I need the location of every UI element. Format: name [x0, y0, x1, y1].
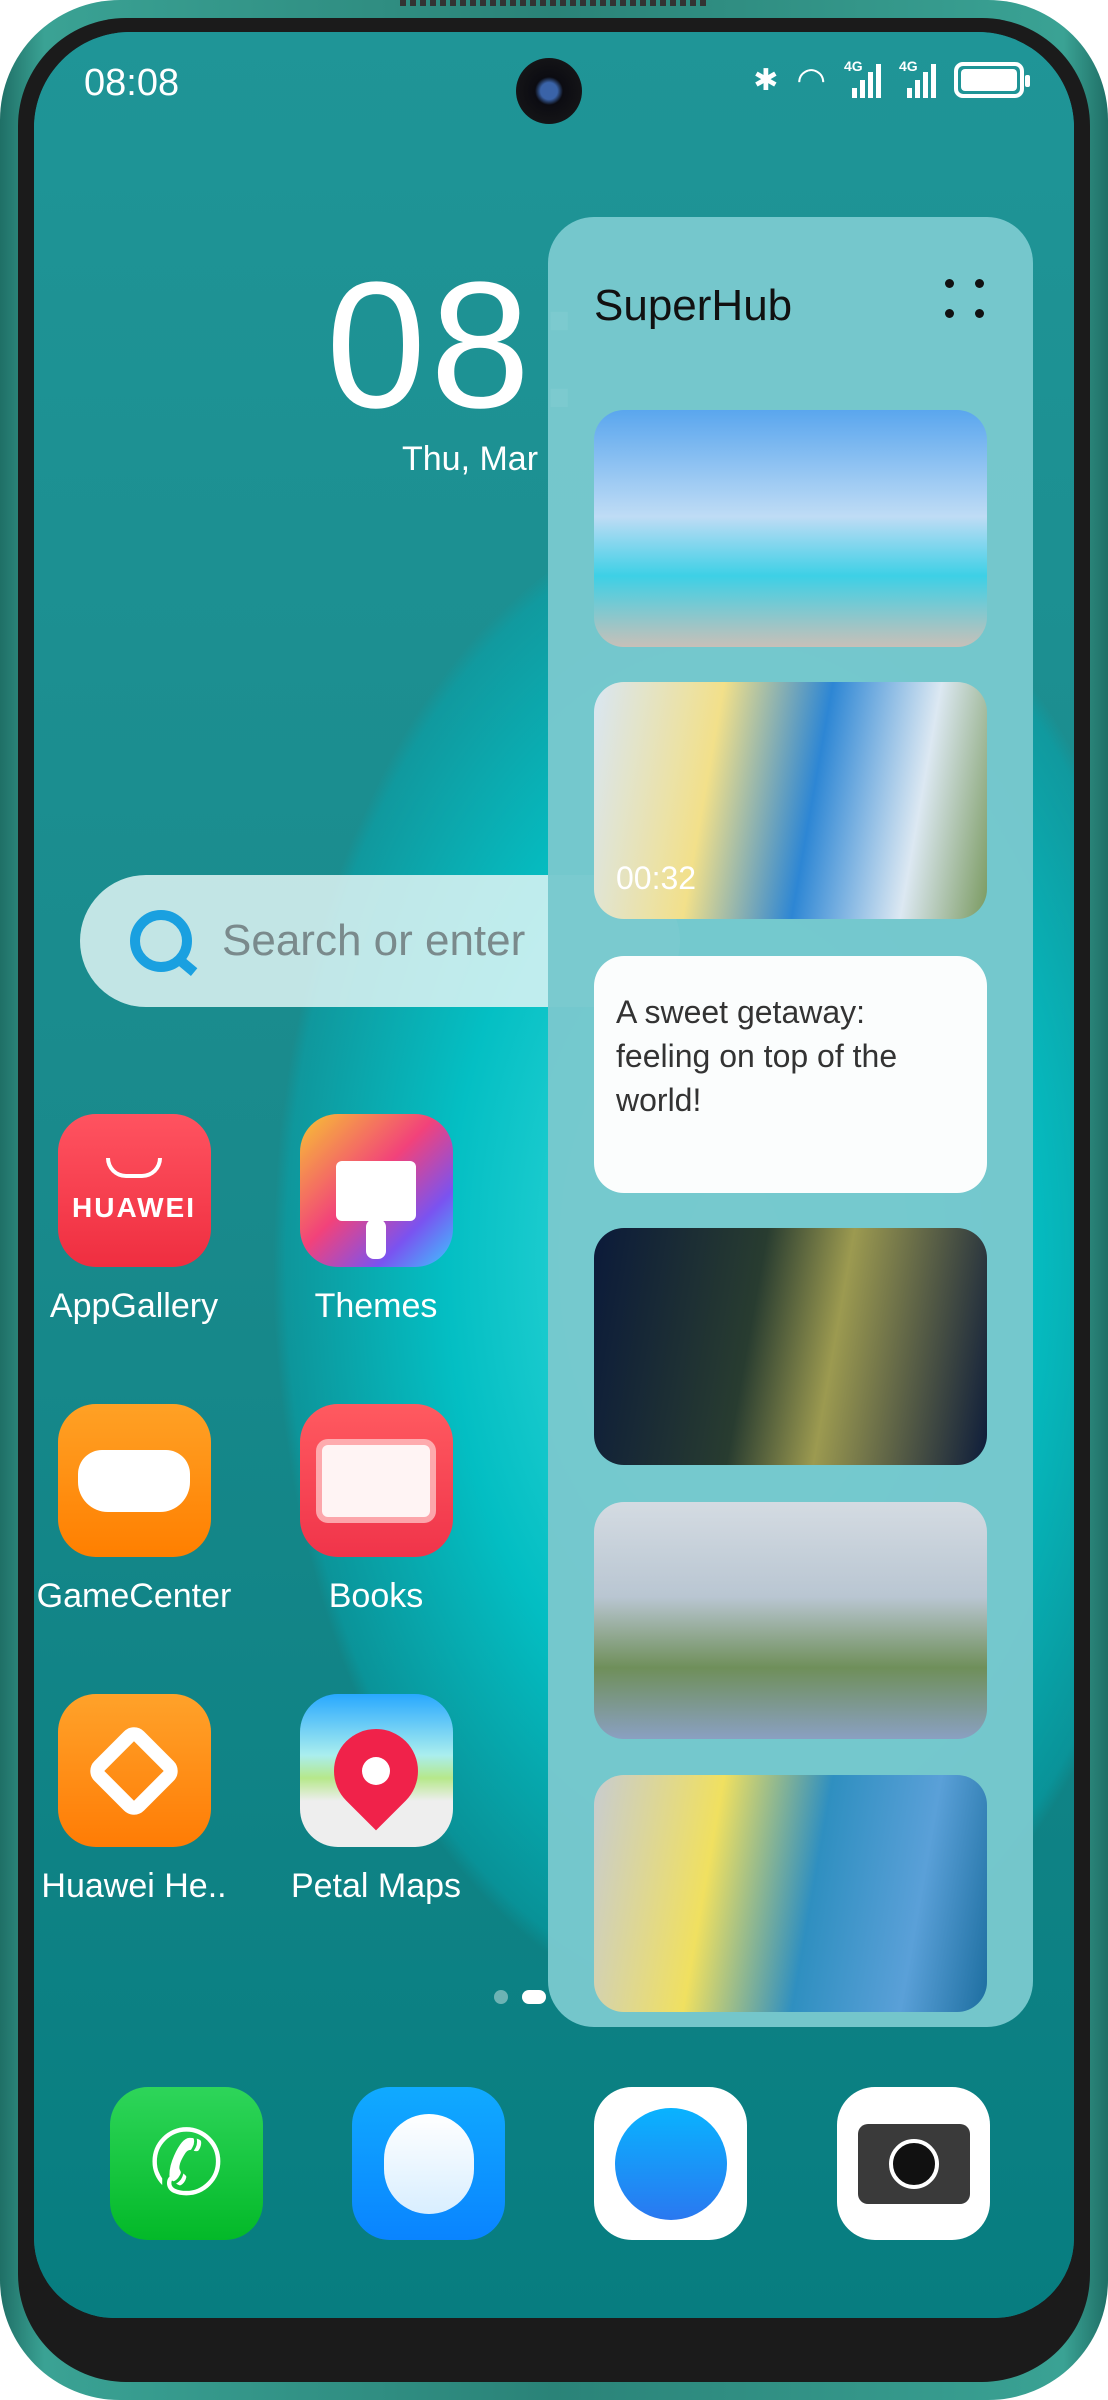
- search-placeholder: Search or enter: [222, 916, 526, 965]
- superhub-photo-card[interactable]: [594, 1228, 987, 1465]
- globe-icon: [614, 2107, 727, 2220]
- dock-messages[interactable]: [352, 2087, 505, 2240]
- chat-bubble-icon: [383, 2113, 474, 2214]
- signal-4g-icon: 4G: [899, 58, 936, 98]
- wifi-icon: ◠: [796, 61, 826, 99]
- map-pin-icon: [299, 1694, 453, 1847]
- signal-4g-icon: 4G: [844, 58, 881, 98]
- page-dot-active: [522, 1990, 546, 2004]
- health-heart-icon: [57, 1694, 211, 1847]
- app-petal-maps[interactable]: Petal Maps: [276, 1694, 476, 1906]
- front-camera: [516, 58, 582, 124]
- dock-browser[interactable]: [594, 2087, 747, 2240]
- note-text: A sweet getaway: feeling on top of the w…: [616, 994, 898, 1118]
- superhub-title: SuperHub: [594, 281, 793, 330]
- app-themes[interactable]: Themes: [276, 1114, 476, 1326]
- app-gamecenter[interactable]: GameCenter: [34, 1404, 234, 1616]
- paintbrush-icon: [299, 1114, 453, 1267]
- page-indicator[interactable]: [494, 1990, 546, 2004]
- more-options-icon[interactable]: [945, 279, 987, 321]
- home-screen: 08:08 ✱ ◠ 4G 4G 08: Thu, Mar Search or e…: [34, 32, 1074, 2318]
- page-dot: [494, 1990, 508, 2004]
- superhub-photo-card[interactable]: [594, 1775, 987, 2012]
- app-label: Huawei He..: [41, 1867, 227, 1905]
- app-label: Petal Maps: [290, 1867, 462, 1905]
- superhub-panel[interactable]: SuperHub 00:32 A sweet getaway: feeling …: [548, 217, 1033, 2027]
- superhub-photo-card[interactable]: [594, 1502, 987, 1739]
- appgallery-icon: HUAWEI: [57, 1114, 211, 1267]
- superhub-photo-card[interactable]: [594, 410, 987, 647]
- app-label: Themes: [314, 1287, 438, 1325]
- app-books[interactable]: Books: [276, 1404, 476, 1616]
- bluetooth-icon: ✱: [753, 63, 779, 97]
- app-huawei-health[interactable]: Huawei He..: [34, 1694, 234, 1906]
- app-label: Books: [328, 1577, 424, 1615]
- superhub-video-card[interactable]: 00:32: [594, 682, 987, 919]
- battery-icon: [954, 62, 1030, 98]
- status-time: 08:08: [84, 62, 180, 104]
- search-icon: [130, 910, 192, 972]
- clock-date: Thu, Mar: [402, 440, 539, 478]
- superhub-text-card[interactable]: A sweet getaway: feeling on top of the w…: [594, 956, 987, 1193]
- phone-icon: ✆: [148, 2114, 225, 2214]
- camera-icon: [857, 2123, 970, 2204]
- video-duration: 00:32: [616, 860, 697, 896]
- gamepad-icon: [57, 1404, 211, 1557]
- status-icons: ✱ ◠ 4G 4G: [753, 58, 1030, 100]
- earpiece-speaker: [400, 0, 710, 6]
- app-appgallery[interactable]: HUAWEI AppGallery: [34, 1114, 234, 1326]
- dock-camera[interactable]: [837, 2087, 990, 2240]
- dock-phone[interactable]: ✆: [110, 2087, 263, 2240]
- book-icon: [299, 1404, 453, 1557]
- app-label: AppGallery: [49, 1287, 219, 1325]
- app-label: GameCenter: [36, 1577, 232, 1615]
